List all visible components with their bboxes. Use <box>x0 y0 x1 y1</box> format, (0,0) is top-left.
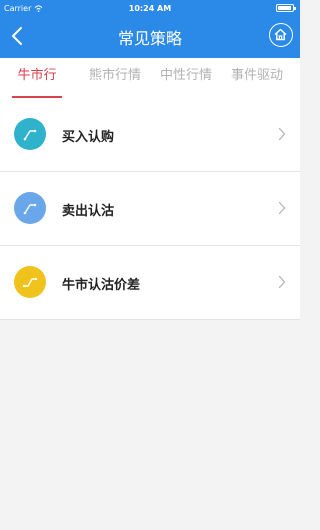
tab-bear-market[interactable]: 熊市行情 <box>87 58 143 98</box>
nav-header: Carrier 10:24 AM 常见策略 <box>0 0 300 58</box>
strategy-list: 买入认购 卖出认沽 牛市认沽价差 <box>0 98 300 320</box>
tab-event-driven[interactable]: 事件驱动 <box>229 58 285 98</box>
trend-up-icon <box>14 192 46 224</box>
chevron-right-icon <box>278 127 286 141</box>
tab-neutral-market[interactable]: 中性行情 <box>158 58 214 98</box>
trend-up-icon <box>14 118 46 150</box>
list-item-label: 卖出认沽 <box>62 204 115 219</box>
home-button[interactable] <box>269 23 293 47</box>
status-time: 10:24 AM <box>128 4 172 13</box>
home-icon <box>274 28 287 41</box>
tab-label: 中性行情 <box>159 68 212 83</box>
list-item-sell-put[interactable]: 卖出认沽 <box>0 172 300 246</box>
page-title: 常见策略 <box>117 29 182 48</box>
list-item-label: 牛市认沽价差 <box>62 278 141 293</box>
battery-icon <box>276 4 296 12</box>
tab-label: 熊市行情 <box>88 68 141 83</box>
market-tabs: 牛市行情 熊市行情 中性行情 事件驱动 <box>0 58 300 119</box>
list-item-buy-call[interactable]: 买入认购 <box>0 98 300 172</box>
tab-label: 事件驱动 <box>230 68 283 83</box>
list-item-label: 买入认购 <box>62 130 115 145</box>
bull-put-spread-icon <box>14 266 46 298</box>
list-item-bull-put-spread[interactable]: 牛市认沽价差 <box>0 246 300 320</box>
chevron-right-icon <box>278 275 286 289</box>
chevron-right-icon <box>278 201 286 215</box>
tab-bull-market[interactable]: 牛市行情 <box>12 58 62 119</box>
battery-level <box>278 6 291 10</box>
status-bar: Carrier 10:24 AM <box>0 0 300 16</box>
